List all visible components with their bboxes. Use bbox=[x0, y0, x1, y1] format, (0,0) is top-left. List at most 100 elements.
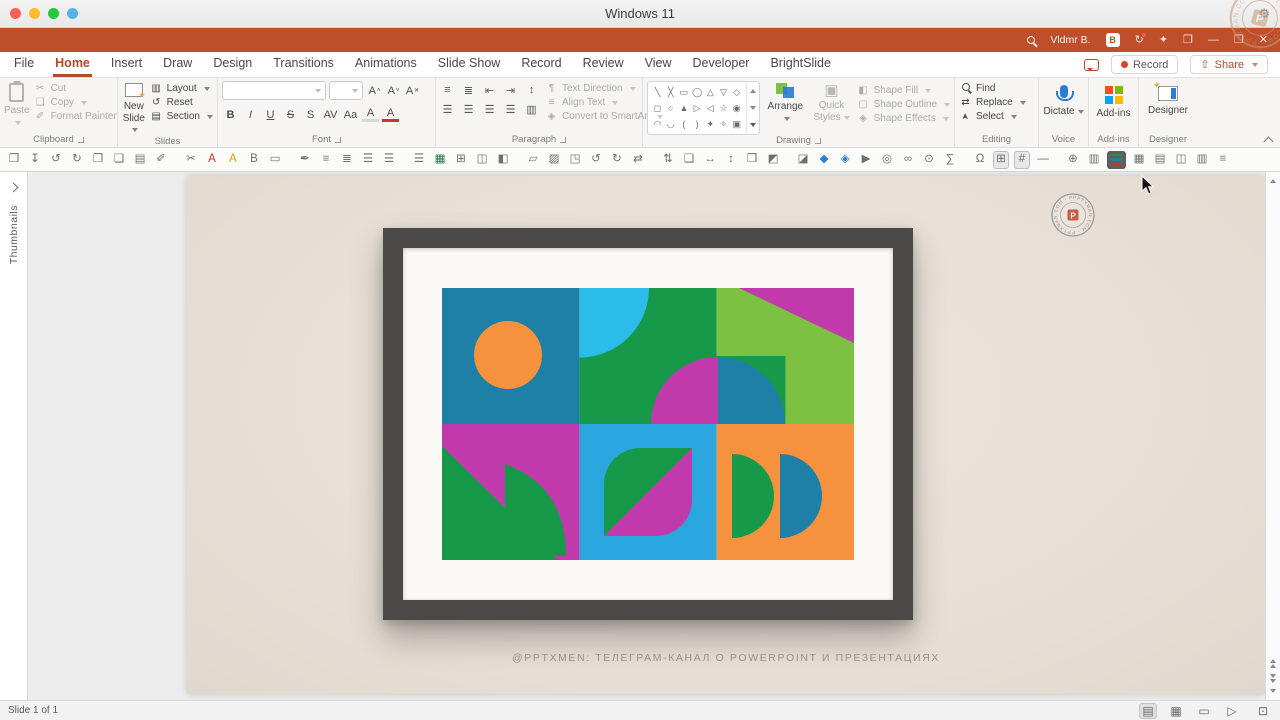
dialog-launcher-icon[interactable] bbox=[560, 137, 566, 143]
minimize-icon[interactable]: — bbox=[1208, 35, 1219, 46]
scroll-down-arrow[interactable] bbox=[1270, 686, 1276, 696]
copy-icon[interactable]: ❏ bbox=[111, 151, 127, 169]
shape-icon[interactable]: ◉ bbox=[730, 103, 743, 114]
decrease-indent-icon[interactable]: ⇤ bbox=[482, 84, 497, 97]
grow-font-button[interactable]: A˄ bbox=[366, 82, 383, 99]
dialog-launcher-icon[interactable] bbox=[335, 137, 341, 143]
shape-icon[interactable]: ◯ bbox=[691, 87, 704, 98]
reset-button[interactable]: ↺Reset bbox=[150, 97, 213, 108]
audio-icon[interactable]: ◎ bbox=[879, 151, 895, 169]
more-commands-icon[interactable]: ≡ bbox=[1215, 151, 1231, 169]
font-size-combo[interactable] bbox=[329, 81, 363, 100]
format-painter-icon[interactable]: ✐ bbox=[153, 151, 169, 169]
video-icon[interactable]: ▶ bbox=[858, 151, 874, 169]
tab-draw[interactable]: Draw bbox=[161, 52, 194, 77]
tab-slide-show[interactable]: Slide Show bbox=[436, 52, 503, 77]
shape-fill-button[interactable]: ◧Shape Fill bbox=[857, 85, 950, 96]
tab-developer[interactable]: Developer bbox=[690, 52, 751, 77]
symbol-icon[interactable]: Ω bbox=[972, 151, 988, 169]
dialog-launcher-icon[interactable] bbox=[815, 138, 821, 144]
cut-button[interactable]: ✂Cut bbox=[34, 83, 117, 94]
shape-icon[interactable]: ▽ bbox=[717, 87, 730, 98]
text-shadow-button[interactable]: S bbox=[302, 106, 319, 123]
expand-thumbnails-chevron-icon[interactable] bbox=[9, 183, 19, 193]
snap-to-grid-icon[interactable]: ⊕ bbox=[1065, 151, 1081, 169]
bullets-icon[interactable]: ≡ bbox=[440, 84, 455, 97]
slide[interactable]: PPTXMAN.COM - PPTXMAN.COM - PPTXMAN.COM … bbox=[187, 176, 1265, 694]
shape-icon[interactable]: ) bbox=[691, 119, 704, 130]
share-button[interactable]: ⇧Share bbox=[1190, 55, 1268, 74]
previous-slide-button[interactable] bbox=[1270, 656, 1276, 671]
bold-icon[interactable]: B bbox=[246, 151, 262, 169]
shape-icon[interactable]: ◡ bbox=[664, 119, 677, 130]
shape-gallery[interactable]: ╲╳▭◯△▽◇◻○▲▷◁☆◉◠◡()✦✧▣ bbox=[647, 81, 760, 135]
format-painter-button[interactable]: ✐Format Painter bbox=[34, 111, 117, 122]
distribute-horizontal-icon[interactable]: ↔ bbox=[702, 151, 718, 169]
addins-button[interactable]: Add-ins bbox=[1093, 81, 1134, 120]
paste-icon[interactable]: ▤ bbox=[132, 151, 148, 169]
eraser-icon[interactable]: ▱ bbox=[525, 151, 541, 169]
avatar[interactable]: B bbox=[1106, 33, 1120, 47]
cut-icon[interactable]: ✂ bbox=[183, 151, 199, 169]
line-spacing-icon[interactable]: ↕ bbox=[524, 84, 539, 97]
replace-button[interactable]: ⇄Replace bbox=[959, 97, 1026, 108]
ruler-icon[interactable]: — bbox=[1035, 151, 1051, 169]
numbering-icon[interactable]: ≣ bbox=[339, 151, 355, 169]
font-color-button[interactable]: A bbox=[382, 107, 399, 122]
slide-caption[interactable]: @PPTXMEN: ТЕЛЕГРАМ-КАНАЛ О POWERPOINT И … bbox=[187, 652, 1265, 664]
shrink-font-button[interactable]: A˅ bbox=[385, 82, 402, 99]
section-button[interactable]: ▤Section bbox=[150, 111, 213, 122]
rotate-right-icon[interactable]: ↻ bbox=[609, 151, 625, 169]
picture-frame[interactable] bbox=[383, 228, 913, 620]
record-button[interactable]: Record bbox=[1111, 55, 1178, 74]
shape-effects-button[interactable]: ◈Shape Effects bbox=[857, 113, 950, 124]
vertical-scrollbar[interactable] bbox=[1265, 172, 1280, 700]
eyedropper-icon[interactable]: ✒ bbox=[297, 151, 313, 169]
crop-icon[interactable]: ◳ bbox=[567, 151, 583, 169]
shape-icon[interactable]: ◇ bbox=[730, 87, 743, 98]
shape-icon[interactable]: ✧ bbox=[717, 119, 730, 130]
redo-icon[interactable]: ↻ bbox=[69, 151, 85, 169]
shape-icon[interactable]: ◠ bbox=[651, 119, 664, 130]
shape-outline-button[interactable]: ▢Shape Outline bbox=[857, 99, 950, 110]
tab-animations[interactable]: Animations bbox=[353, 52, 419, 77]
framed-artwork-svg[interactable] bbox=[442, 288, 854, 560]
search-icon[interactable] bbox=[1027, 36, 1035, 44]
theme-colors-icon[interactable] bbox=[1107, 151, 1126, 169]
link-icon[interactable]: ∞ bbox=[900, 151, 916, 169]
open-file-icon[interactable]: ❒ bbox=[6, 151, 22, 169]
align-right-icon[interactable]: ☰ bbox=[411, 151, 427, 169]
reading-view-icon[interactable]: ▭ bbox=[1195, 703, 1213, 719]
quick-styles-button[interactable]: ▣ Quick Styles bbox=[810, 81, 852, 123]
scroll-up-arrow[interactable] bbox=[1270, 176, 1276, 186]
send-to-back-icon[interactable]: ◪ bbox=[795, 151, 811, 169]
shape-icon[interactable]: ▷ bbox=[691, 103, 704, 114]
shape-icon[interactable]: ◁ bbox=[704, 103, 717, 114]
insert-rows-icon[interactable]: ⊞ bbox=[453, 151, 469, 169]
borders-icon[interactable]: ◫ bbox=[474, 151, 490, 169]
align-center-icon[interactable]: ☰ bbox=[461, 103, 476, 116]
collapse-ribbon-chevron[interactable] bbox=[1264, 135, 1272, 143]
rotate-left-icon[interactable]: ↺ bbox=[588, 151, 604, 169]
scroll-up-icon[interactable] bbox=[750, 89, 756, 93]
designer-button[interactable]: Designer bbox=[1146, 81, 1190, 117]
new-slide-button[interactable]: New Slide bbox=[122, 81, 146, 136]
text-highlight-button[interactable]: A bbox=[362, 107, 379, 122]
shape-icon[interactable]: △ bbox=[704, 87, 717, 98]
next-slide-button[interactable] bbox=[1270, 671, 1276, 686]
flip-vertical-icon[interactable]: ⇅ bbox=[660, 151, 676, 169]
text-box-icon[interactable]: ▭ bbox=[267, 151, 283, 169]
font-color-icon[interactable]: A bbox=[204, 151, 220, 169]
align-left-icon[interactable]: ☰ bbox=[440, 103, 455, 116]
slide-sorter-view-icon[interactable]: ▦ bbox=[1167, 703, 1185, 719]
layout-button[interactable]: ▥Layout bbox=[150, 83, 213, 94]
copy-button[interactable]: ❏Copy bbox=[34, 97, 117, 108]
distribute-columns-icon[interactable]: ▥ bbox=[1194, 151, 1210, 169]
shape-icon[interactable]: ○ bbox=[664, 103, 677, 114]
tab-design[interactable]: Design bbox=[211, 52, 254, 77]
paste-button[interactable]: Paste bbox=[4, 81, 30, 128]
shape-icon[interactable]: ▭ bbox=[677, 87, 690, 98]
bullets-icon[interactable]: ≡ bbox=[318, 151, 334, 169]
tab-record[interactable]: Record bbox=[519, 52, 563, 77]
tab-transitions[interactable]: Transitions bbox=[271, 52, 336, 77]
